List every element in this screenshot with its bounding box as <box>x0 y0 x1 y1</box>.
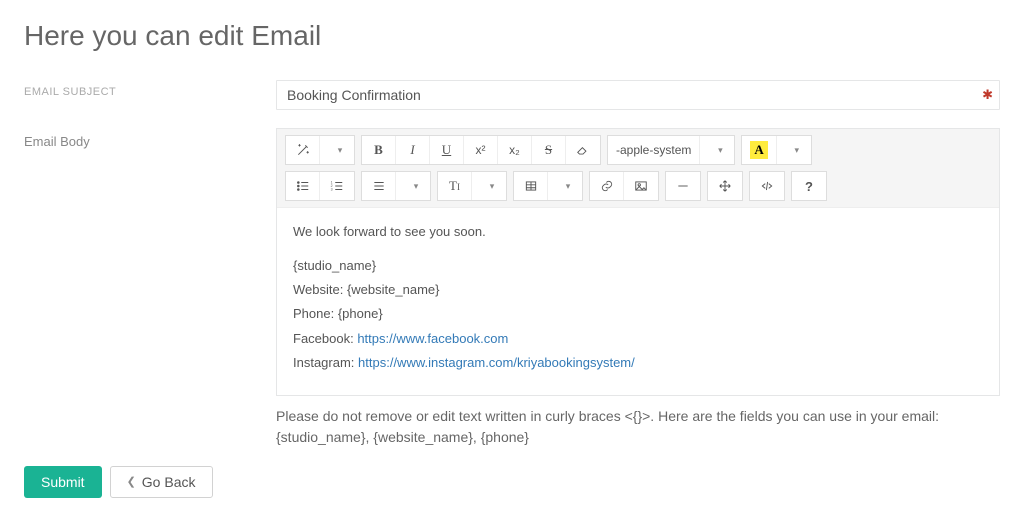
strikethrough-button[interactable]: S <box>532 136 566 164</box>
chevron-left-icon: ❮ <box>127 475 136 488</box>
picture-button[interactable] <box>624 172 658 200</box>
codeview-button[interactable] <box>750 172 784 200</box>
subject-row: Email Subject ✱ <box>24 80 1000 110</box>
facebook-link[interactable]: https://www.facebook.com <box>357 331 508 346</box>
editor-line-instagram: Instagram: https://www.instagram.com/kri… <box>293 353 983 373</box>
font-color-icon: A <box>750 141 767 159</box>
required-mark-icon: ✱ <box>982 87 993 103</box>
code-icon <box>760 179 774 193</box>
line-height-dropdown[interactable] <box>472 172 506 200</box>
eraser-icon <box>576 143 590 157</box>
underline-button[interactable]: U <box>430 136 464 164</box>
fullscreen-button[interactable] <box>708 172 742 200</box>
font-family-dropdown[interactable] <box>700 136 734 164</box>
form-actions: Submit ❮ Go Back <box>24 466 1000 498</box>
line-height-button[interactable]: TI <box>438 172 472 200</box>
editor-line-phone: Phone: {phone} <box>293 304 983 324</box>
superscript-button[interactable]: x² <box>464 136 498 164</box>
ol-icon: 123 <box>330 179 344 193</box>
table-dropdown[interactable] <box>548 172 582 200</box>
page-title: Here you can edit Email <box>24 20 1000 52</box>
submit-button[interactable]: Submit <box>24 466 102 498</box>
subject-input-wrap: ✱ <box>276 80 1000 110</box>
go-back-label: Go Back <box>142 474 196 490</box>
link-icon <box>600 179 614 193</box>
subscript-button[interactable]: x₂ <box>498 136 532 164</box>
font-family-button[interactable]: -apple-system <box>608 136 700 164</box>
align-icon <box>372 179 386 193</box>
magic-icon <box>296 143 310 157</box>
line-height-icon: TI <box>449 178 460 194</box>
table-button[interactable] <box>514 172 548 200</box>
unordered-list-button[interactable] <box>286 172 320 200</box>
editor-line-intro: We look forward to see you soon. <box>293 222 983 242</box>
font-color-dropdown[interactable] <box>777 136 811 164</box>
body-label: Email Body <box>24 128 276 149</box>
picture-icon <box>634 179 648 193</box>
ordered-list-button[interactable]: 123 <box>320 172 354 200</box>
paragraph-align-dropdown[interactable] <box>396 172 430 200</box>
help-button[interactable]: ? <box>792 172 826 200</box>
help-text: Please do not remove or edit text writte… <box>276 406 1000 448</box>
editor-line-website: Website: {website_name} <box>293 280 983 300</box>
subject-input[interactable] <box>277 81 999 109</box>
font-color-button[interactable]: A <box>742 136 776 164</box>
ul-icon <box>296 179 310 193</box>
subject-label: Email Subject <box>24 80 276 98</box>
hr-button[interactable] <box>666 172 700 200</box>
editor-toolbar: B I U x² x₂ S -apple-system <box>277 129 999 208</box>
paragraph-align-button[interactable] <box>362 172 396 200</box>
go-back-button[interactable]: ❮ Go Back <box>110 466 213 498</box>
table-icon <box>524 179 538 193</box>
editor-body[interactable]: We look forward to see you soon. {studio… <box>277 208 999 395</box>
magic-button[interactable] <box>286 136 320 164</box>
instagram-link[interactable]: https://www.instagram.com/kriyabookingsy… <box>358 355 635 370</box>
question-icon: ? <box>805 179 813 194</box>
italic-button[interactable]: I <box>396 136 430 164</box>
magic-dropdown[interactable] <box>320 136 354 164</box>
minus-icon <box>676 179 690 193</box>
move-icon <box>718 179 732 193</box>
editor-line-studio: {studio_name} <box>293 256 983 276</box>
bold-button[interactable]: B <box>362 136 396 164</box>
clear-format-button[interactable] <box>566 136 600 164</box>
editor-line-facebook: Facebook: https://www.facebook.com <box>293 329 983 349</box>
body-row: Email Body B I U x² <box>24 128 1000 448</box>
svg-text:3: 3 <box>331 188 333 192</box>
link-button[interactable] <box>590 172 624 200</box>
rich-text-editor: B I U x² x₂ S -apple-system <box>276 128 1000 396</box>
